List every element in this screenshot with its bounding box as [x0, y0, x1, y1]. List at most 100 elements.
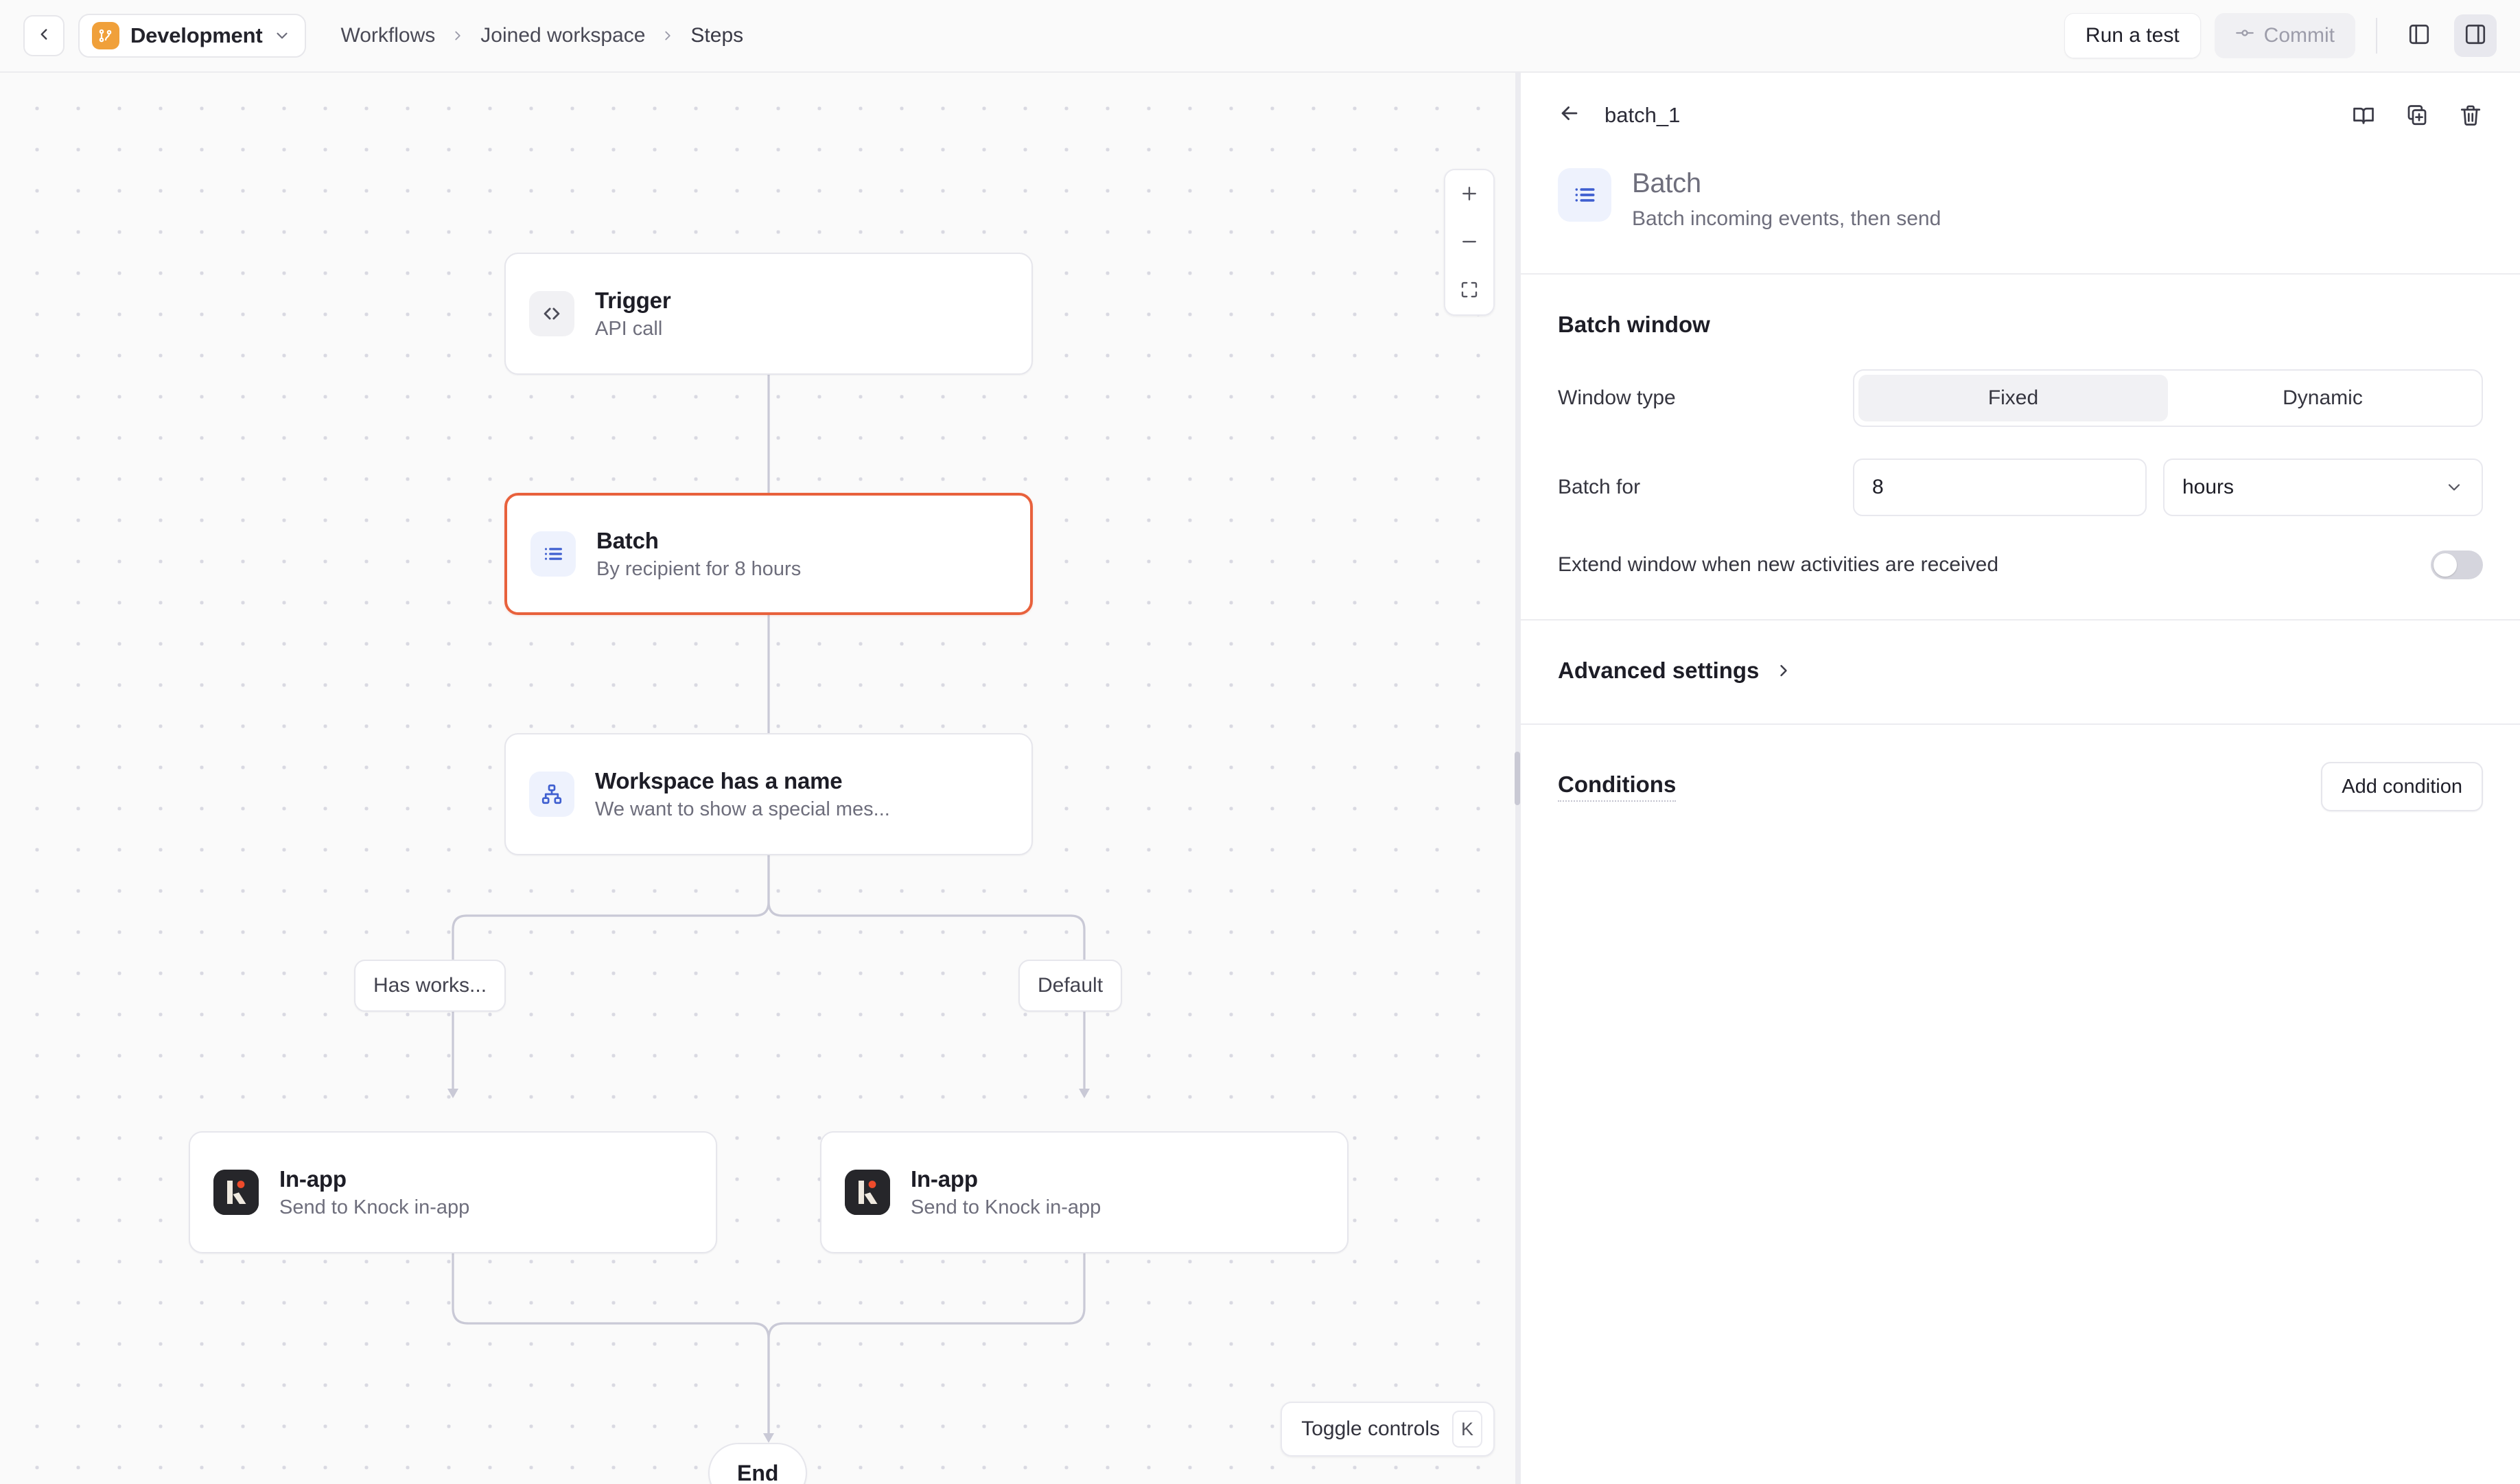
left-panel-toggle-button[interactable]: [2398, 14, 2440, 57]
workflow-graph: Trigger API call Batch By recipient for …: [0, 73, 1515, 1484]
zoom-controls: [1444, 169, 1495, 316]
trash-icon[interactable]: [2458, 103, 2483, 128]
breadcrumb-item-workflow-name[interactable]: Joined workspace: [480, 24, 645, 47]
window-type-segmented-control[interactable]: Fixed Dynamic: [1853, 369, 2483, 427]
batch-for-field: 8 hours: [1853, 459, 2483, 516]
back-button[interactable]: [23, 15, 65, 56]
branch-label-text: Default: [1038, 974, 1103, 997]
step-key-label: batch_1: [1605, 103, 1680, 128]
node-text: In-app Send to Knock in-app: [911, 1166, 1101, 1219]
batch-for-duration-input[interactable]: 8: [1853, 459, 2147, 516]
zoom-in-button[interactable]: [1445, 170, 1493, 218]
advanced-settings-title: Advanced settings: [1558, 658, 1759, 684]
chevron-down-icon: [2445, 478, 2464, 497]
window-type-row: Window type Fixed Dynamic: [1558, 369, 2483, 427]
panel-left-icon: [2407, 23, 2431, 49]
right-panel-toggle-button[interactable]: [2454, 14, 2497, 57]
book-icon[interactable]: [2351, 103, 2376, 128]
list-icon: [1558, 168, 1611, 222]
fit-view-button[interactable]: [1445, 266, 1493, 314]
end-label: End: [737, 1461, 778, 1484]
plus-icon: [1459, 183, 1480, 206]
header-divider: [2376, 18, 2377, 54]
add-condition-label: Add condition: [2342, 776, 2462, 798]
duplicate-plus-icon[interactable]: [2405, 103, 2429, 128]
breadcrumb-item-steps[interactable]: Steps: [690, 24, 743, 47]
app-root: Development Workflows Joined workspace S…: [0, 0, 2520, 1484]
node-subtitle: By recipient for 8 hours: [596, 558, 801, 581]
panel-resize-handle[interactable]: [1515, 73, 1519, 1484]
step-hero-subtitle: Batch incoming events, then send: [1632, 207, 1941, 231]
git-branch-icon: [92, 22, 119, 49]
branch-label-default[interactable]: Default: [1018, 960, 1122, 1012]
node-title: Workspace has a name: [595, 768, 890, 794]
workflow-node-inapp-right[interactable]: In-app Send to Knock in-app: [820, 1131, 1349, 1253]
branch-label-text: Has works...: [373, 974, 487, 997]
node-title: In-app: [911, 1166, 1101, 1192]
node-subtitle: Send to Knock in-app: [279, 1196, 469, 1219]
node-subtitle: Send to Knock in-app: [911, 1196, 1101, 1219]
panel-back-button[interactable]: [1558, 102, 1581, 128]
branch-tree-icon: [529, 772, 574, 817]
chevron-right-icon: [660, 28, 675, 43]
minus-icon: [1459, 231, 1480, 254]
conditions-title: Conditions: [1558, 772, 1676, 802]
window-type-option-dynamic[interactable]: Dynamic: [2168, 375, 2477, 421]
window-type-field: Fixed Dynamic: [1853, 369, 2483, 427]
fit-screen-icon: [1459, 279, 1480, 302]
workflow-node-trigger[interactable]: Trigger API call: [504, 253, 1033, 375]
arrow-left-icon: [1558, 102, 1581, 128]
app-body: Trigger API call Batch By recipient for …: [0, 73, 2520, 1484]
node-text: In-app Send to Knock in-app: [279, 1166, 469, 1219]
app-header: Development Workflows Joined workspace S…: [0, 0, 2520, 73]
step-hero: Batch Batch incoming events, then send: [1521, 128, 2520, 273]
header-left-group: Development Workflows Joined workspace S…: [23, 14, 743, 58]
advanced-settings-toggle[interactable]: Advanced settings: [1558, 658, 2483, 684]
breadcrumb-item-workflows[interactable]: Workflows: [340, 24, 435, 47]
step-hero-title: Batch: [1632, 168, 1941, 199]
workflow-node-branch[interactable]: Workspace has a name We want to show a s…: [504, 733, 1033, 855]
zoom-out-button[interactable]: [1445, 218, 1493, 266]
branch-label-condition[interactable]: Has works...: [354, 960, 506, 1012]
batch-for-unit-select[interactable]: hours: [2163, 459, 2483, 516]
conditions-section: Conditions Add condition: [1521, 723, 2520, 851]
list-icon: [530, 531, 576, 577]
chevron-left-icon: [35, 25, 53, 47]
environment-name: Development: [130, 23, 262, 48]
conditions-header: Conditions Add condition: [1558, 762, 2483, 811]
code-brackets-icon: [529, 291, 574, 336]
node-subtitle: We want to show a special mes...: [595, 798, 890, 821]
chevron-right-icon: [1774, 661, 1793, 680]
workflow-canvas[interactable]: Trigger API call Batch By recipient for …: [0, 73, 1515, 1484]
environment-selector[interactable]: Development: [78, 14, 306, 58]
panel-actions: [2351, 103, 2483, 128]
header-right-group: Run a test Commit: [2064, 13, 2497, 58]
node-title: Batch: [596, 528, 801, 554]
step-detail-panel: batch_1: [1519, 73, 2520, 1484]
toggle-controls-shortcut: K: [1452, 1411, 1482, 1448]
window-type-label: Window type: [1558, 386, 1853, 410]
commit-node-icon: [2235, 23, 2254, 48]
commit-label: Commit: [2264, 24, 2335, 47]
workflow-node-inapp-left[interactable]: In-app Send to Knock in-app: [189, 1131, 717, 1253]
knock-logo-icon: [845, 1170, 890, 1215]
add-condition-button[interactable]: Add condition: [2321, 762, 2483, 811]
toggle-controls-label: Toggle controls: [1301, 1417, 1440, 1441]
extend-window-row: Extend window when new activities are re…: [1558, 550, 2483, 579]
advanced-settings-section: Advanced settings: [1521, 619, 2520, 723]
batch-for-unit-value: hours: [2182, 476, 2234, 499]
node-text: Batch By recipient for 8 hours: [596, 528, 801, 581]
chevron-right-icon: [450, 28, 465, 43]
run-a-test-label: Run a test: [2086, 24, 2180, 47]
extend-window-toggle[interactable]: [2431, 550, 2483, 579]
window-type-option-fixed[interactable]: Fixed: [1858, 375, 2168, 421]
batch-for-row: Batch for 8 hours: [1558, 459, 2483, 516]
panel-header: batch_1: [1521, 73, 2520, 128]
commit-button[interactable]: Commit: [2215, 13, 2355, 58]
panel-toolbar: batch_1: [1558, 102, 2483, 128]
workflow-node-batch[interactable]: Batch By recipient for 8 hours: [504, 493, 1033, 615]
run-a-test-button[interactable]: Run a test: [2064, 13, 2201, 58]
toggle-controls-button[interactable]: Toggle controls K: [1281, 1402, 1495, 1457]
node-title: Trigger: [595, 288, 670, 314]
workflow-node-end: End: [708, 1443, 807, 1484]
